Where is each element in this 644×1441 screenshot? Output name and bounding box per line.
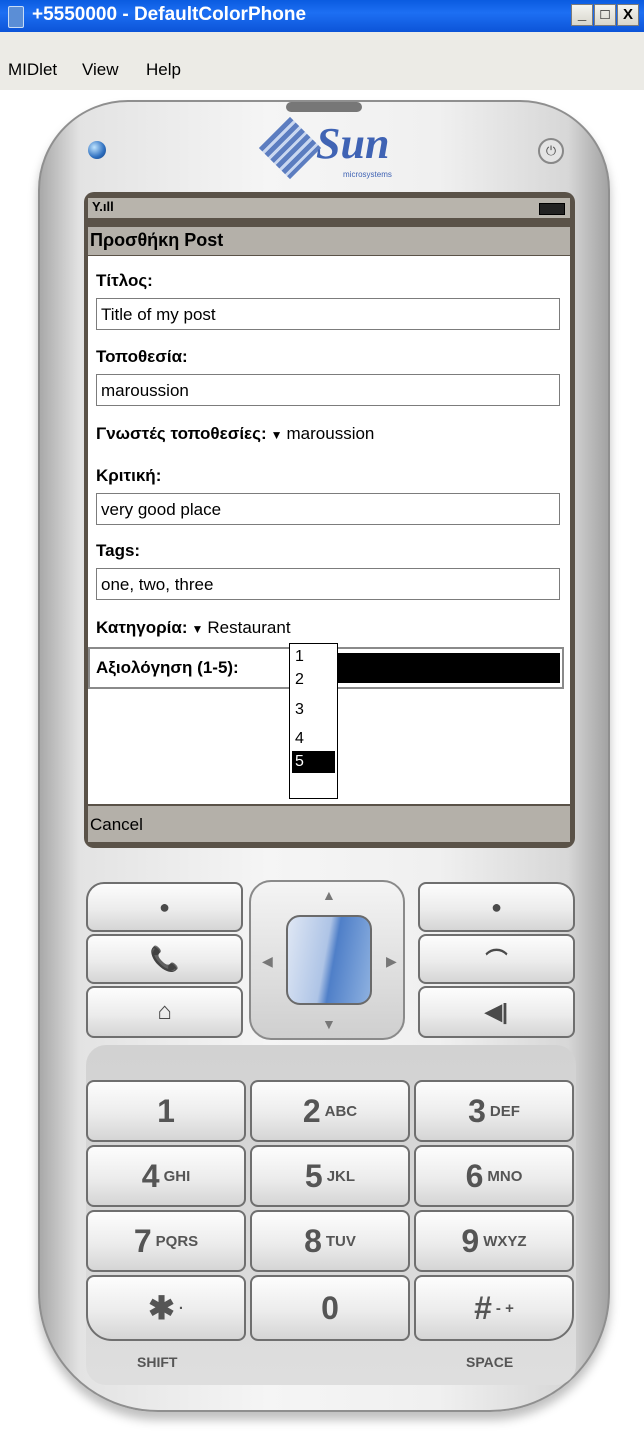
menu-help[interactable]: Help — [146, 60, 181, 80]
space-label: SPACE — [466, 1354, 514, 1370]
menu-midlet[interactable]: MIDlet — [8, 60, 57, 80]
key-1-digit: 1 — [157, 1092, 175, 1129]
rating-fill — [338, 653, 560, 683]
left-softkey[interactable]: ● — [86, 882, 243, 932]
key-hash-letters: - + — [495, 1299, 514, 1317]
home-key[interactable]: ⌂ — [86, 986, 243, 1038]
key-7-letters: PQRS — [155, 1232, 199, 1250]
rating-option[interactable]: 1 — [292, 646, 335, 668]
tags-field[interactable]: one, two, three — [96, 568, 560, 600]
phone-app-icon — [8, 6, 24, 28]
window-title-bar: +5550000 - DefaultColorPhone — [0, 0, 644, 32]
cancel-softkey[interactable]: Cancel — [90, 815, 143, 835]
softkey-right-dot-icon: ● — [491, 896, 502, 917]
key-6-digit: 6 — [465, 1157, 484, 1194]
rating-option[interactable]: 3 — [292, 699, 335, 721]
rating-popup-list[interactable]: 1 2 3 4 5 — [289, 643, 338, 799]
key-star[interactable]: ✱ · — [86, 1275, 246, 1341]
star-icon: ✱ — [148, 1290, 175, 1326]
key-4-digit: 4 — [141, 1157, 160, 1194]
key-5[interactable]: 5 JKL — [250, 1145, 410, 1207]
close-button[interactable]: X — [617, 4, 639, 26]
key-7-digit: 7 — [133, 1222, 152, 1259]
key-4[interactable]: 4 GHI — [86, 1145, 246, 1207]
call-icon: 📞 — [149, 945, 180, 973]
battery-icon — [539, 203, 565, 215]
review-field[interactable]: very good place — [96, 493, 560, 525]
brand-logo-text: Sun — [316, 119, 390, 168]
hash-icon: # — [474, 1289, 492, 1326]
key-5-letters: JKL — [326, 1167, 356, 1185]
right-softkey[interactable]: ● — [418, 882, 575, 932]
key-8-digit: 8 — [304, 1222, 322, 1259]
rating-option-selected[interactable]: 5 — [292, 751, 335, 773]
location-label: Τοποθεσία: — [96, 347, 188, 366]
screen-title-bar: Προσθήκη Post — [88, 227, 570, 255]
hangup-icon: ⌒ — [485, 948, 508, 973]
dpad-select-button[interactable] — [286, 915, 372, 1005]
category-label: Κατηγορία: — [96, 618, 188, 637]
review-label: Κριτική: — [96, 466, 162, 485]
category-choice[interactable]: Κατηγορία: ▼ Restaurant — [96, 618, 291, 638]
known-locations-label: Γνωστές τοποθεσίες: — [96, 424, 267, 443]
tags-label: Tags: — [96, 541, 141, 560]
maximize-button[interactable]: □ — [594, 4, 616, 26]
softkey-left-dot-icon: ● — [159, 896, 170, 917]
title-label: Τίτλος: — [96, 271, 153, 290]
key-3-digit: 3 — [468, 1092, 486, 1129]
key-3[interactable]: 3 DEF — [414, 1080, 574, 1142]
dropdown-arrow-icon: ▼ — [270, 428, 283, 442]
status-bar — [88, 198, 570, 218]
key-4-letters: GHI — [163, 1167, 191, 1185]
call-key[interactable]: 📞 — [86, 934, 243, 984]
dpad-up-icon[interactable]: ▲ — [322, 887, 336, 903]
key-9-letters: WXYZ — [483, 1232, 527, 1250]
window-title: +5550000 - DefaultColorPhone — [32, 4, 307, 25]
key-star-letters: · — [178, 1299, 184, 1317]
key-2-letters: ABC — [324, 1102, 358, 1120]
key-0-digit: 0 — [321, 1289, 339, 1326]
screen-title: Προσθήκη Post — [90, 230, 224, 250]
known-locations-choice[interactable]: Γνωστές τοποθεσίες: ▼ maroussion — [96, 424, 374, 444]
shift-label: SHIFT — [137, 1354, 178, 1370]
menu-bar: MIDlet View Help — [0, 32, 644, 90]
title-field[interactable]: Title of my post — [96, 298, 560, 330]
clear-key[interactable]: ◀| — [418, 986, 575, 1038]
key-8[interactable]: 8 TUV — [250, 1210, 410, 1272]
dropdown-arrow-icon: ▼ — [191, 622, 204, 636]
brand-sub-text: microsystems — [343, 170, 392, 179]
home-icon: ⌂ — [157, 998, 172, 1025]
key-9-digit: 9 — [461, 1222, 480, 1259]
clear-icon: ◀| — [484, 999, 509, 1024]
key-2[interactable]: 2 ABC — [250, 1080, 410, 1142]
key-9[interactable]: 9 WXYZ — [414, 1210, 574, 1272]
key-1[interactable]: 1 — [86, 1080, 246, 1142]
location-field[interactable]: maroussion — [96, 374, 560, 406]
known-locations-value: maroussion — [286, 424, 375, 443]
rating-option[interactable]: 2 — [292, 669, 335, 691]
key-5-digit: 5 — [304, 1157, 323, 1194]
key-2-digit: 2 — [302, 1092, 321, 1129]
minimize-button[interactable]: _ — [571, 4, 593, 26]
key-hash[interactable]: # - + — [414, 1275, 574, 1341]
key-6[interactable]: 6 MNO — [414, 1145, 574, 1207]
end-key[interactable]: ⌒ — [418, 934, 575, 984]
dpad-right-icon[interactable]: ▶ — [386, 953, 397, 970]
key-3-letters: DEF — [489, 1102, 520, 1120]
key-7[interactable]: 7 PQRS — [86, 1210, 246, 1272]
softkey-bar: Cancel — [88, 806, 570, 842]
dpad-left-icon[interactable]: ◀ — [262, 953, 273, 970]
status-led-icon — [88, 141, 106, 159]
earpiece — [286, 102, 362, 112]
category-value: Restaurant — [207, 618, 291, 637]
menu-view[interactable]: View — [82, 60, 119, 80]
dpad-down-icon[interactable]: ▼ — [322, 1016, 336, 1032]
power-icon[interactable]: ⏻ — [538, 138, 564, 164]
rating-label: Αξιολόγηση (1-5): — [96, 658, 239, 677]
key-0[interactable]: 0 — [250, 1275, 410, 1341]
key-6-letters: MNO — [487, 1167, 523, 1185]
rating-option[interactable]: 4 — [292, 728, 335, 750]
signal-icon: Y.ıll — [92, 199, 114, 214]
key-8-letters: TUV — [325, 1232, 356, 1250]
